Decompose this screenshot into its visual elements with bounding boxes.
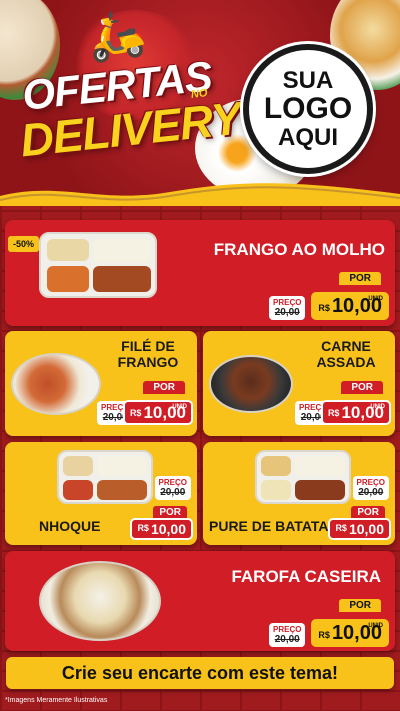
preco-label: PREÇO: [273, 298, 302, 307]
food-tray-image: [39, 232, 157, 298]
old-price: 20,00: [160, 487, 186, 498]
flyer: 🛵 OFERTAS NO DELIVERY SUA LOGO AQUI FRAN…: [0, 0, 400, 711]
old-price-box: PREÇO 20,00: [154, 476, 191, 500]
old-price-box: PREÇO 20,00: [269, 623, 306, 647]
preco-label: PREÇO: [356, 478, 385, 487]
por-label: POR: [339, 272, 381, 285]
new-price-box: R$ 10,00: [328, 518, 391, 540]
logo-text-3: AQUI: [278, 123, 338, 151]
delivery-scooter-icon: 🛵: [84, 5, 149, 65]
price-tag: POR PREÇO 20,00 R$ 10,00 UNID: [295, 381, 391, 425]
product-name: FILÉ DE FRANGO: [117, 338, 179, 370]
unit-label: UNID: [370, 404, 385, 410]
logo-placeholder: SUA LOGO AQUI: [243, 44, 373, 174]
price-tag: PREÇO 20,00 POR R$ 10,00: [130, 476, 193, 540]
product-name: CARNE ASSADA: [316, 338, 376, 370]
discount-badge: -50%: [8, 236, 40, 252]
currency: R$: [335, 523, 347, 533]
new-price-box: R$ 10,00 UNID: [320, 400, 391, 425]
por-label: POR: [339, 599, 381, 612]
currency: R$: [129, 408, 142, 418]
old-price-box: PREÇO 20,00: [352, 476, 389, 500]
product-name: NHOQUE: [39, 518, 101, 534]
currency: R$: [318, 630, 330, 640]
old-price: 20,00: [274, 307, 300, 318]
new-price-box: R$ 10,00 UNID: [311, 619, 389, 647]
logo-text-1: SUA: [282, 67, 334, 95]
preco-label: PREÇO: [158, 478, 187, 487]
por-label: POR: [341, 381, 383, 394]
footnote: *Imagens Meramente Ilustrativas: [5, 697, 108, 704]
product-name: FAROFA CASEIRA: [231, 567, 381, 586]
old-price: 20,00: [358, 487, 384, 498]
product-card-farofa-caseira[interactable]: FAROFA CASEIRA POR PREÇO 20,00 R$ 10,00 …: [5, 551, 395, 651]
old-price: 20,00: [274, 634, 300, 645]
old-price-box: PREÇO 20,00: [269, 296, 306, 320]
product-card-frango-ao-molho[interactable]: FRANGO AO MOLHO POR PREÇO 20,00 R$ 10,00…: [5, 220, 395, 326]
new-price-box: R$ 10,00: [130, 518, 193, 540]
unit-label: UNID: [368, 296, 383, 302]
logo-text-2: LOGO: [263, 92, 353, 126]
new-price-box: R$ 10,00 UNID: [122, 400, 193, 425]
price-tag: POR PREÇO 20,00 R$ 10,00 UNID: [269, 272, 389, 320]
food-bowl-image: [209, 355, 293, 413]
product-name: PURE DE BATATA: [209, 518, 329, 534]
product-card-carne-assada[interactable]: CARNE ASSADA POR PREÇO 20,00 R$ 10,00 UN…: [203, 331, 395, 436]
header: 🛵 OFERTAS NO DELIVERY SUA LOGO AQUI: [0, 0, 400, 200]
price-tag: POR PREÇO 20,00 R$ 10,00 UNID: [97, 381, 193, 425]
product-card-file-de-frango[interactable]: FILÉ DE FRANGO POR PREÇO 20,00 R$ 10,00 …: [5, 331, 197, 436]
wavy-divider: [0, 183, 400, 206]
new-price-box: R$ 10,00 UNID: [311, 292, 389, 320]
por-label: POR: [143, 381, 185, 394]
currency: R$: [137, 523, 149, 533]
product-card-pure-de-batata[interactable]: PURE DE BATATA PREÇO 20,00 POR R$ 10,00: [203, 442, 395, 545]
food-bowl-image: [39, 561, 161, 641]
currency: R$: [318, 303, 330, 313]
price-tag: PREÇO 20,00 POR R$ 10,00: [328, 476, 391, 540]
food-bowl-image: [11, 353, 101, 415]
unit-label: UNID: [172, 404, 187, 410]
new-price: 10,00: [348, 521, 384, 537]
currency: R$: [327, 408, 340, 418]
new-price: 10,00: [150, 521, 186, 537]
preco-label: PREÇO: [273, 625, 302, 634]
product-name: FRANGO AO MOLHO: [213, 240, 385, 259]
product-card-nhoque[interactable]: NHOQUE PREÇO 20,00 POR R$ 10,00: [5, 442, 197, 545]
unit-label: UNID: [368, 623, 383, 629]
price-tag: POR PREÇO 20,00 R$ 10,00 UNID: [269, 599, 389, 647]
cta-banner[interactable]: Crie seu encarte com este tema!: [6, 657, 394, 689]
